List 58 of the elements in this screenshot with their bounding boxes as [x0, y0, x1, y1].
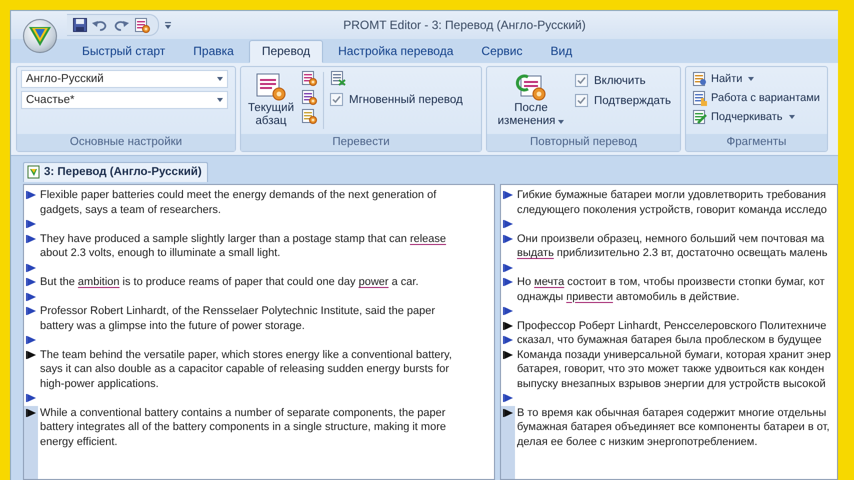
ribbon-tab[interactable]: Правка [180, 40, 247, 63]
checkbox[interactable] [575, 74, 588, 87]
paragraph-text: сказал, что бумажная батарея была проблеском в будущее [516, 333, 822, 348]
paragraph-text: But the ambition is to produce reams of paper that could one day power a car. [39, 275, 419, 290]
customize-caret-icon[interactable] [165, 22, 171, 28]
after-change-button[interactable]: После изменения [491, 70, 571, 131]
checkbox[interactable] [330, 93, 343, 106]
menu-button[interactable]: Найти [690, 70, 823, 88]
app-menu-button[interactable] [23, 19, 57, 53]
document-tab[interactable]: 3: Перевод (Англо-Русский) [23, 162, 208, 182]
ribbon-tab[interactable]: Перевод [248, 40, 324, 63]
dropdown[interactable]: Англо-Русский [21, 70, 228, 88]
caret-icon [217, 98, 223, 102]
checkbox-label: Включить [594, 74, 646, 86]
logo-icon [28, 25, 52, 47]
document-gear-icon[interactable] [301, 108, 317, 124]
paragraph-text: В то время как обычная батарея содержит многие отдельны бумажная батарея объединяет все компоненты батареи в от, делая ее более с низким энергопотреблением. [516, 406, 830, 450]
checkbox[interactable] [575, 94, 588, 107]
paragraph-text: Профессор Роберт Linhardt, Ренсселеровского Политехниче [516, 318, 826, 333]
menu-button[interactable]: Работа с вариантами [690, 89, 823, 107]
caret-icon [217, 77, 223, 81]
dropdown[interactable]: Счастье* [21, 91, 228, 109]
paragraph-text: While a conventional battery contains a number of separate components, the paper battery integrates all of the battery components in a single structure, making it more energy efficient. [39, 406, 446, 450]
document-gear-icon[interactable] [301, 70, 317, 86]
group-label: Повторный перевод [487, 134, 680, 151]
group-label: Основные настройки [17, 134, 235, 151]
paragraph-text: The team behind the versatile paper, which stores energy like a conventional battery, says it can also double as a capacitor capable of releasing sudden energy bursts for high-power applications. [39, 348, 452, 391]
window-title: PROMT Editor - 3: Перевод (Англо-Русский) [342, 18, 587, 32]
text-pane[interactable] [23, 184, 495, 480]
group-label: Фрагменты [686, 134, 827, 151]
menu-button[interactable]: Подчеркивать [690, 108, 823, 126]
caret-icon [558, 120, 564, 124]
paragraph-text: Команда позади универсальной бумаги, которая хранит энер батарея, говорит, что это может также удвоиться как конден выпуску внезапных взрывов энергии для устройств высокой [516, 348, 831, 391]
text-pane[interactable] [500, 184, 838, 480]
undo-icon[interactable] [92, 19, 108, 31]
document-gear-icon[interactable] [134, 17, 150, 33]
document-gear-icon [255, 72, 287, 102]
paragraph-text: Professor Robert Linhardt, of the Rensselaer Polytechnic Institute, said the paper battery was a glimpse into the future of power storage. [39, 304, 435, 333]
redo-icon[interactable] [113, 19, 129, 31]
ribbon-tab[interactable]: Вид [538, 40, 586, 63]
current-paragraph-button[interactable]: Текущий абзац [245, 70, 297, 131]
checkbox-label: Мгновенный перевод [349, 94, 463, 106]
ribbon-tab[interactable]: Сервис [468, 40, 536, 63]
checkbox-label: Подтверждать [594, 94, 671, 106]
underline-pen-icon[interactable] [692, 109, 708, 125]
paragraph-text: Но мечта состоит в том, чтобы произвести стопки бумаг, кот однажды привести автомобиль в действие. [516, 275, 825, 304]
ribbon-tab[interactable]: Быстрый старт [69, 40, 178, 63]
paragraph-text: Они произвели образец, немного больший чем почтовая ма выдать приблизительно 2.3 вт, достаточно освещать малень [516, 232, 828, 260]
ribbon-tab[interactable]: Настройка перевода [325, 40, 466, 63]
group-label: Перевести [241, 134, 481, 151]
document-cross-icon[interactable] [330, 70, 346, 86]
document-icon [27, 165, 41, 179]
save-icon[interactable] [73, 18, 87, 32]
paragraph-text: They have produced a sample slightly larger than a postage stamp that can release about 2.3 volts, enough to illuminate a small light. [39, 232, 446, 260]
paragraph-text: Гибкие бумажные батареи могли удовлетворить требования следующего поколения устройств, говорит команда исследо [516, 188, 827, 217]
refresh-document-icon [515, 72, 547, 102]
paragraph-text: Flexible paper batteries could meet the energy demands of the next generation of gadgets, says a team of researchers. [39, 188, 436, 217]
document-gear-icon[interactable] [301, 89, 317, 105]
